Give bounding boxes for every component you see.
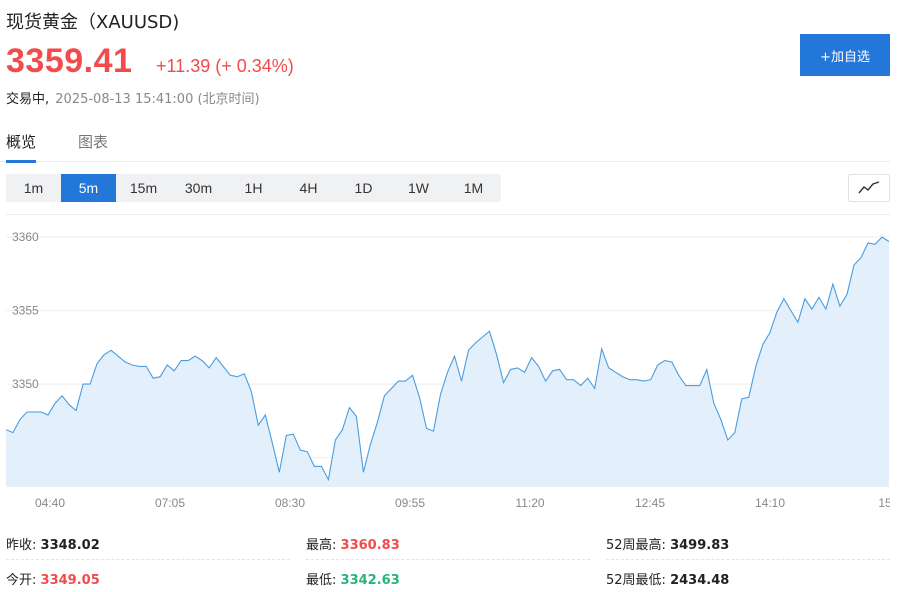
divider [306, 559, 590, 561]
high-label: 最高: [306, 538, 337, 553]
prev-close-value: 3348.02 [40, 538, 100, 553]
interval-4h[interactable]: 4H [281, 174, 336, 202]
chart-type-button[interactable] [848, 174, 890, 202]
page-title: 现货黄金（XAUUSD) [6, 12, 180, 33]
price-area [6, 237, 889, 487]
low-label: 最低: [306, 573, 337, 588]
low-value: 3342.63 [340, 573, 400, 588]
interval-30m[interactable]: 30m [171, 174, 226, 202]
stat-52w-low: 52周最低: 2434.48 [606, 569, 729, 588]
high52-label: 52周最高: [606, 538, 666, 553]
price-change: +11.39 (+ 0.34%) [156, 56, 294, 76]
open-label: 今开: [6, 573, 37, 588]
stat-52w-high: 52周最高: 3499.83 [606, 534, 729, 553]
interval-15m[interactable]: 15m [116, 174, 171, 202]
high-value: 3360.83 [340, 538, 400, 553]
low52-value: 2434.48 [670, 573, 730, 588]
tab-bar: 概览 图表 [0, 128, 890, 163]
y-tick-label: 3360 [12, 230, 39, 244]
prev-close-label: 昨收: [6, 538, 37, 553]
interval-1h[interactable]: 1H [226, 174, 281, 202]
tab-overview[interactable]: 概览 [6, 131, 37, 163]
x-tick-label: 09:55 [395, 496, 425, 510]
stat-open: 今开: 3349.05 [6, 569, 100, 588]
divider [606, 559, 890, 561]
interval-1d[interactable]: 1D [336, 174, 391, 202]
trading-status: 交易中, 2025-08-13 15:41:00 (北京时间) [6, 88, 260, 107]
y-tick-label: 3355 [12, 304, 39, 318]
status-label: 交易中, [6, 92, 50, 107]
divider [6, 559, 290, 561]
current-price: 3359.41 [6, 42, 133, 80]
x-tick-label: 07:05 [155, 496, 185, 510]
interval-selector: 1m 5m 15m 30m 1H 4H 1D 1W 1M [6, 174, 501, 202]
chart-svg: 336033553350334504:4007:0508:3009:5511:2… [6, 230, 890, 510]
interval-1w[interactable]: 1W [391, 174, 446, 202]
timestamp: 2025-08-13 15:41:00 (北京时间) [55, 92, 260, 107]
x-tick-label: 04:40 [35, 496, 65, 510]
tab-chart[interactable]: 图表 [78, 131, 108, 160]
low52-label: 52周最低: [606, 573, 666, 588]
line-chart-icon [858, 181, 880, 194]
stat-low: 最低: 3342.63 [306, 569, 400, 588]
open-value: 3349.05 [40, 573, 100, 588]
stat-high: 最高: 3360.83 [306, 534, 400, 553]
x-tick-label: 15:3 [878, 496, 890, 510]
x-tick-label: 11:20 [515, 496, 544, 510]
y-tick-label: 3350 [12, 377, 39, 391]
add-to-watchlist-button[interactable]: +加自选 [800, 34, 890, 76]
interval-5m[interactable]: 5m [61, 174, 116, 202]
stat-prev-close: 昨收: 3348.02 [6, 534, 100, 553]
x-tick-label: 12:45 [635, 496, 665, 510]
x-tick-label: 14:10 [755, 496, 785, 510]
interval-1m[interactable]: 1m [6, 174, 61, 202]
high52-value: 3499.83 [670, 538, 730, 553]
price-chart: 336033553350334504:4007:0508:3009:5511:2… [6, 214, 890, 519]
interval-1mo[interactable]: 1M [446, 174, 501, 202]
x-tick-label: 08:30 [275, 496, 305, 510]
